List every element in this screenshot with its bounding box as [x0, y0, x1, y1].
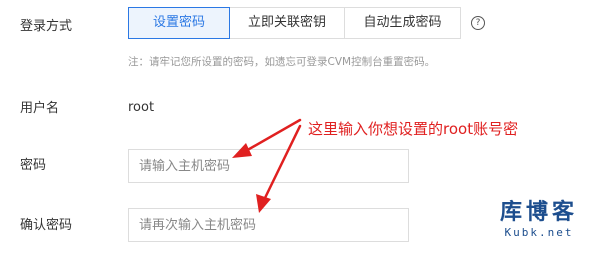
set-password-option[interactable]: 设置密码	[128, 7, 230, 39]
watermark-title: 库博客	[499, 200, 578, 225]
annotation-text: 这里输入你想设置的root账号密	[308, 120, 519, 138]
arrow-to-password	[232, 118, 302, 158]
watermark: 库博客 Kubk.net	[500, 200, 578, 240]
arrow-to-confirm-password	[256, 124, 302, 213]
watermark-domain: Kubk.net	[504, 226, 574, 239]
